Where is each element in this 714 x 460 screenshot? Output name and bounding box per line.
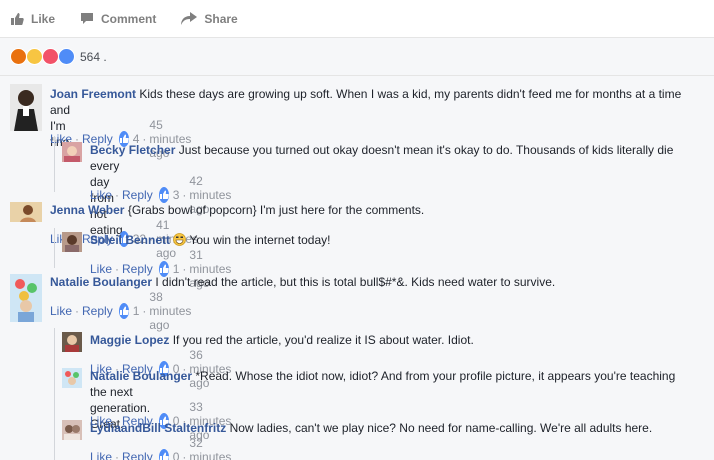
comment-like-link[interactable]: Like	[90, 188, 112, 202]
avatar[interactable]	[10, 84, 42, 131]
comment-author[interactable]: Jenna Weber	[50, 203, 124, 217]
love-reaction-icon	[42, 48, 59, 65]
avatar[interactable]	[10, 202, 42, 222]
comment-icon	[81, 13, 94, 24]
comment-text: Just because you turned out okay doesn't…	[178, 143, 674, 157]
angry-reaction-icon	[10, 48, 27, 65]
comment-like-count: 0	[172, 450, 180, 460]
post-action-bar: Like Comment Share	[0, 0, 714, 38]
share-button-label: Share	[204, 11, 238, 26]
comment-author[interactable]: LydiaandBill Staltenfritz	[90, 421, 226, 435]
thread-divider	[54, 228, 55, 268]
comment-text: I didn't read the article, but this is t…	[155, 275, 556, 289]
comment-author[interactable]: Maggie Lopez	[90, 333, 169, 347]
wow-reaction-icon	[26, 48, 43, 65]
comment-author[interactable]: Becky Fletcher	[90, 143, 175, 157]
reaction-count: 564 .	[80, 49, 107, 64]
avatar[interactable]	[10, 274, 42, 322]
thumbs-up-icon	[158, 187, 169, 203]
comment-like-link[interactable]: Like	[90, 450, 112, 460]
thumbs-up-icon	[11, 12, 24, 25]
share-button[interactable]: Share	[181, 11, 238, 26]
comment-author[interactable]: Joan Freemont	[50, 87, 136, 101]
like-button[interactable]: Like	[10, 12, 55, 26]
comment-timestamp[interactable]: 32 minutes ago	[189, 436, 237, 460]
comment-meta: Like·Reply 0·32 minutes ago	[90, 436, 237, 460]
comment-author[interactable]: Natalie Boulanger	[50, 275, 152, 289]
grinning-emoji-icon	[173, 233, 187, 246]
avatar[interactable]	[62, 420, 82, 440]
comment-like-count: 3	[172, 188, 180, 202]
avatar[interactable]	[62, 368, 82, 388]
comment-reply-link[interactable]: Reply	[122, 450, 153, 460]
comment-button[interactable]: Comment	[80, 12, 156, 26]
reactions-bar: 564 .	[0, 38, 714, 76]
avatar[interactable]	[62, 142, 82, 162]
comment-text: If you red the article, you'd realize it…	[172, 333, 474, 347]
comment-text: Now ladies, can't we play nice? No need …	[229, 421, 653, 435]
comment-timestamp[interactable]: 38 minutes ago	[149, 290, 197, 332]
comment-text: {Grabs bowl of popcorn} I'm just here fo…	[127, 203, 425, 217]
like-reaction-icon	[58, 48, 75, 65]
thread-divider	[54, 136, 55, 192]
comment-like-link[interactable]: Like	[50, 304, 72, 318]
avatar[interactable]	[62, 232, 82, 252]
thumbs-up-icon	[158, 449, 169, 460]
comment-text: Kids these days are growing up soft. Whe…	[139, 87, 682, 101]
share-icon	[181, 12, 198, 25]
comment-like-count: 1	[132, 304, 140, 318]
comment-author[interactable]: Soleil Bennett	[90, 233, 170, 247]
comment-author[interactable]: Natalie Boulanger	[90, 369, 192, 383]
comment-text: You win the internet today!	[189, 233, 331, 247]
reactions-summary[interactable]: 564 .	[10, 48, 107, 65]
avatar[interactable]	[62, 332, 82, 352]
like-button-label: Like	[31, 11, 56, 26]
thread-divider	[54, 328, 55, 460]
comment-reply-link[interactable]: Reply	[122, 188, 153, 202]
comment-reply-link[interactable]: Reply	[82, 304, 113, 318]
comment-text: *Read. Whose the idiot now, idiot? And f…	[195, 369, 676, 383]
comment-meta: Like · Reply 1 · 38 minutes ago	[50, 290, 197, 332]
comments-list: Joan Freemont Kids these days are growin…	[0, 76, 714, 460]
comment-button-label: Comment	[101, 11, 157, 26]
thumbs-up-icon	[118, 303, 129, 319]
